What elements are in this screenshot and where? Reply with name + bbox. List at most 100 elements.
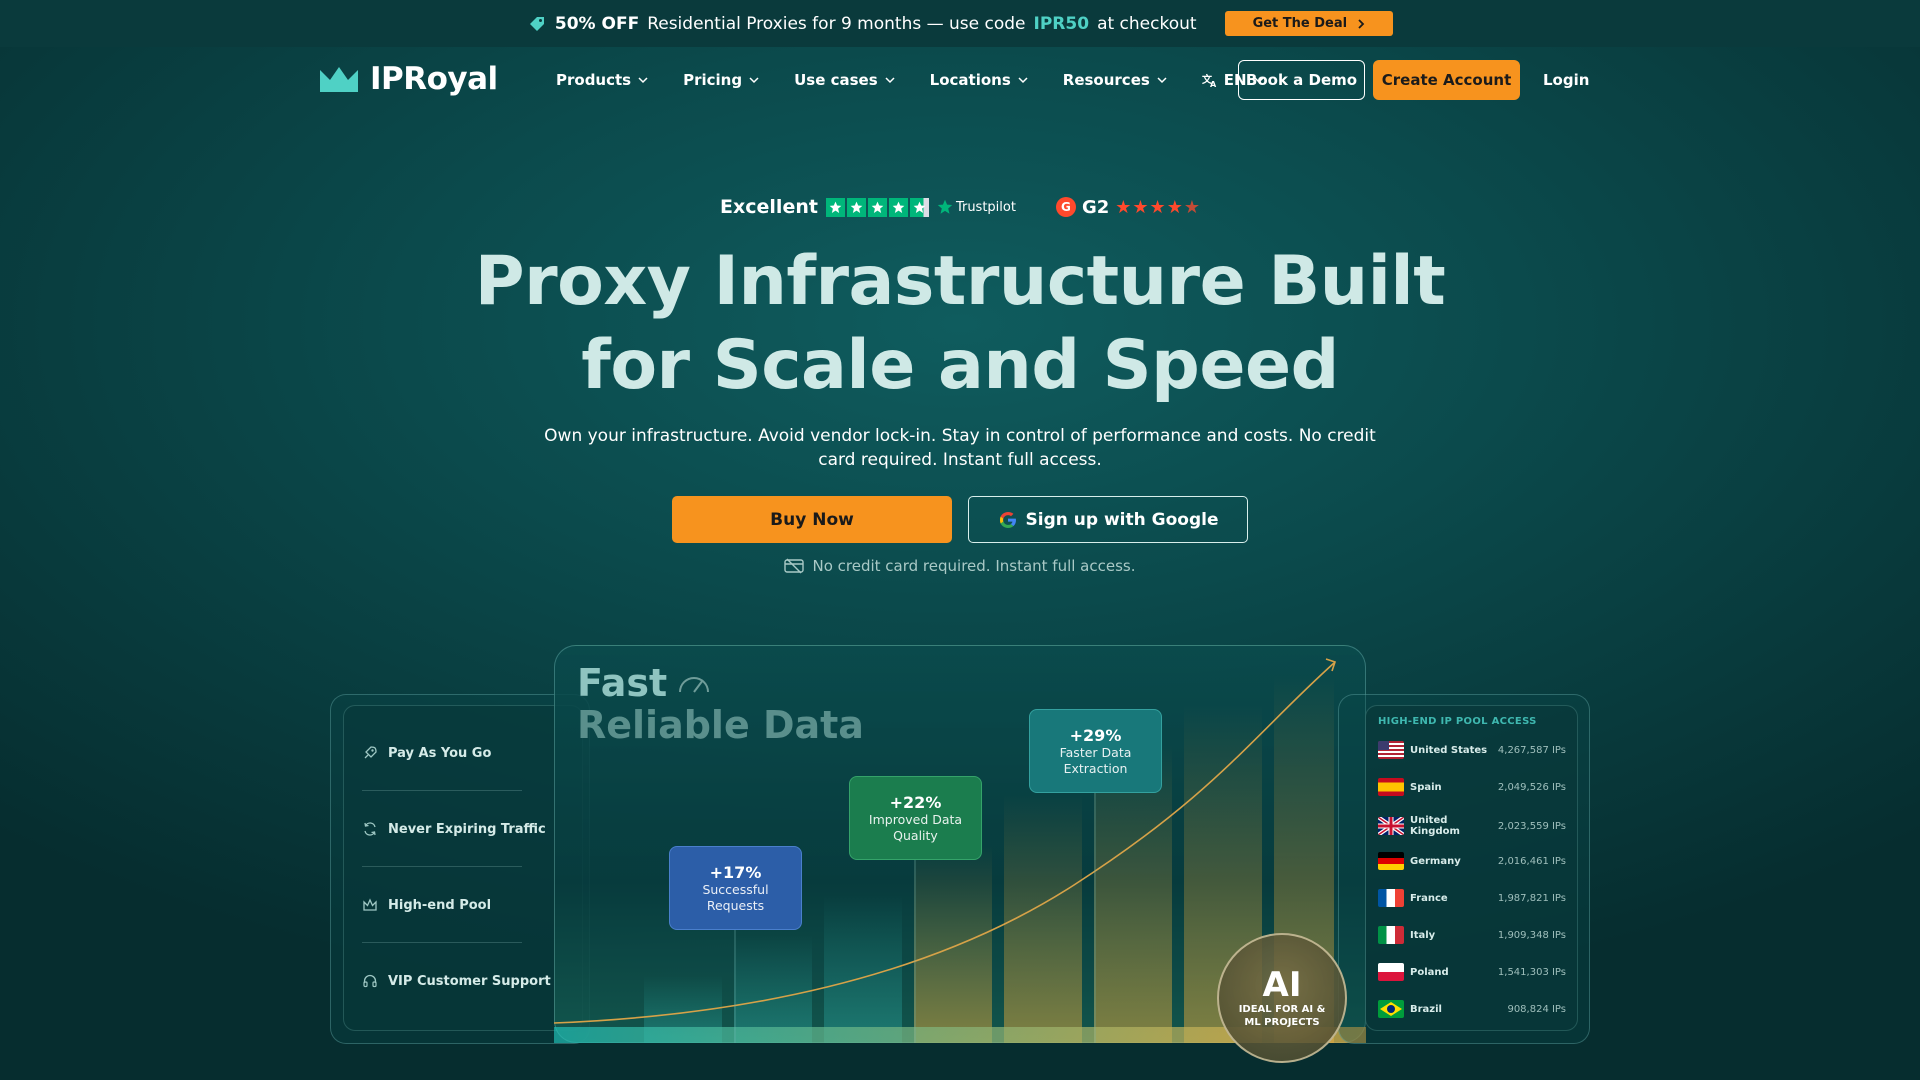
note-text: No credit card required. Instant full ac…	[812, 557, 1136, 575]
ip-count: 4,267,587 IPs	[1497, 744, 1566, 756]
ip-count: 2,016,461 IPs	[1497, 855, 1566, 867]
crown-icon	[363, 898, 377, 911]
uk-flag-icon	[1378, 817, 1404, 835]
ip-count: 908,824 IPs	[1507, 1003, 1566, 1015]
g2-label: G2	[1081, 196, 1110, 218]
crown-logo-icon	[320, 67, 358, 92]
trustpilot-star-icon	[937, 199, 953, 214]
stat-label: Improved Data Quality	[868, 811, 963, 843]
nav-locations-label: Locations	[929, 70, 1011, 89]
pool-row-germany: Germany 2,016,461 IPs	[1378, 852, 1566, 870]
main-nav: IPRoyal Products Pricing Use cases Locat…	[0, 47, 1920, 112]
nav-products[interactable]: Products	[556, 71, 649, 89]
feature-vip-support: VIP Customer Support	[362, 973, 551, 989]
get-deal-label: Get The Deal	[1252, 16, 1348, 31]
star-icon	[846, 197, 866, 217]
feature-label: Never Expiring Traffic	[388, 821, 546, 837]
star-icon: ★	[1166, 196, 1183, 218]
refresh-icon	[364, 822, 376, 836]
buy-now-button[interactable]: Buy Now	[672, 496, 952, 543]
hero-subtitle: Own your infrastructure. Avoid vendor lo…	[544, 426, 1376, 470]
country-name: Brazil	[1410, 1003, 1442, 1015]
chevron-right-icon	[1358, 18, 1365, 29]
divider	[362, 942, 522, 943]
nav-resources[interactable]: Resources	[1063, 71, 1168, 89]
chevron-down-icon	[1157, 76, 1167, 83]
half-star-icon	[909, 197, 929, 217]
ip-count: 1,541,303 IPs	[1497, 966, 1566, 978]
tag-icon	[527, 14, 547, 34]
poland-flag-icon	[1378, 963, 1404, 981]
pool-row-uk: United Kingdom 2,023,559 IPs	[1378, 815, 1566, 837]
country-name: Spain	[1410, 781, 1442, 793]
pool-row-france: France 1,987,821 IPs	[1378, 889, 1566, 907]
star-icon: ★	[1132, 196, 1149, 218]
chevron-down-icon	[749, 76, 759, 83]
promo-text: Residential Proxies for 9 months — use c…	[647, 13, 1026, 34]
nav-locations[interactable]: Locations	[930, 71, 1029, 89]
trustpilot-rating[interactable]: Excellent Trustpilot	[720, 196, 1016, 218]
book-demo-button[interactable]: Book a Demo	[1238, 60, 1365, 100]
feature-pay-as-you-go: Pay As You Go	[362, 745, 491, 761]
chevron-down-icon	[885, 76, 895, 83]
nav-resources-label: Resources	[1062, 70, 1150, 89]
divider	[362, 790, 522, 791]
trustpilot-stars	[825, 197, 929, 217]
nav-use-cases[interactable]: Use cases	[794, 71, 896, 89]
nav-pricing[interactable]: Pricing	[683, 71, 760, 89]
country-name: Germany	[1410, 855, 1461, 867]
feature-high-end-pool: High-end Pool	[362, 897, 491, 913]
ai-badge-title: AI	[1262, 965, 1302, 1005]
promo-discount: 50% OFF	[554, 13, 640, 34]
feature-label: High-end Pool	[388, 897, 492, 913]
promo-suffix: at checkout	[1097, 13, 1197, 34]
rocket-icon	[364, 746, 377, 759]
translate-icon: 文A	[1202, 73, 1217, 88]
g2-logo-icon: G	[1055, 197, 1076, 217]
pool-row-spain: Spain 2,049,526 IPs	[1378, 778, 1566, 796]
star-icon	[867, 197, 887, 217]
google-icon	[999, 511, 1016, 528]
no-credit-card-note: No credit card required. Instant full ac…	[0, 557, 1920, 575]
promo-bar: 50% OFF Residential Proxies for 9 months…	[0, 0, 1920, 47]
star-icon: ★	[1115, 196, 1132, 218]
stat-value: +17%	[709, 862, 762, 882]
hero-title-line1: Proxy Infrastructure Built	[474, 242, 1446, 321]
g2-rating[interactable]: G G2 ★ ★ ★ ★ ★	[1055, 196, 1200, 218]
ip-pool-title: HIGH-END IP POOL ACCESS	[1378, 716, 1537, 727]
stat-successful-requests: +17% Successful Requests	[669, 846, 802, 930]
trustpilot-label: Excellent	[720, 196, 818, 218]
feature-label: VIP Customer Support	[388, 973, 551, 989]
hero-title-line2: for Scale and Speed	[581, 326, 1339, 405]
google-signup-label: Sign up with Google	[1025, 509, 1219, 530]
login-link[interactable]: Login	[1543, 71, 1589, 89]
stat-label: Faster Data Extraction	[1059, 744, 1132, 776]
pool-row-brazil: Brazil 908,824 IPs	[1378, 1000, 1566, 1018]
logo[interactable]: IPRoyal	[318, 61, 498, 97]
chevron-down-icon	[1018, 76, 1028, 83]
ip-count: 2,049,526 IPs	[1497, 781, 1566, 793]
stat-faster-extraction: +29% Faster Data Extraction	[1029, 709, 1162, 793]
country-name: Poland	[1410, 966, 1449, 978]
star-icon	[888, 197, 908, 217]
nav-products-label: Products	[556, 70, 632, 89]
logo-text: IPRoyal	[370, 61, 498, 97]
spain-flag-icon	[1378, 778, 1404, 796]
stat-value: +29%	[1069, 725, 1122, 745]
g2-stars: ★ ★ ★ ★ ★	[1115, 197, 1200, 218]
france-flag-icon	[1378, 889, 1404, 907]
feature-label: Pay As You Go	[388, 745, 492, 761]
pool-row-us: United States 4,267,587 IPs	[1378, 741, 1566, 759]
google-signup-button[interactable]: Sign up with Google	[968, 496, 1248, 543]
ratings-row: Excellent Trustpilot G G2 ★ ★ ★ ★ ★	[0, 196, 1920, 218]
ip-count: 2,023,559 IPs	[1497, 820, 1566, 832]
trustpilot-brand: Trustpilot	[937, 199, 1016, 215]
country-name: France	[1410, 892, 1448, 904]
svg-text:A: A	[1210, 80, 1217, 88]
ip-count: 1,909,348 IPs	[1497, 929, 1566, 941]
country-name: United Kingdom	[1410, 815, 1460, 837]
get-deal-button[interactable]: Get The Deal	[1224, 11, 1394, 36]
create-account-button[interactable]: Create Account	[1373, 60, 1520, 100]
brazil-flag-icon	[1378, 1000, 1404, 1018]
promo-code: IPR50	[1033, 13, 1090, 34]
